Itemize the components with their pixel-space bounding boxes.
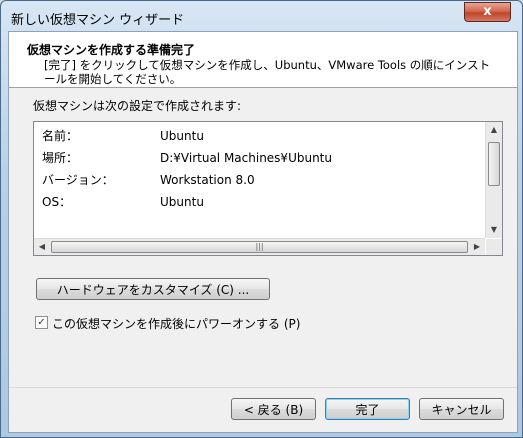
vertical-scrollbar[interactable]: ▲ ▼ bbox=[485, 122, 502, 238]
vertical-scroll-thumb[interactable] bbox=[488, 142, 500, 186]
page-description: [完了] をクリックして仮想マシンを作成し、Ubuntu、VMware Tool… bbox=[44, 58, 491, 86]
scroll-left-arrow-icon[interactable]: ◀ bbox=[34, 239, 50, 255]
window-frame: 新しい仮想マシン ウィザード x 仮想マシンを作成する準備完了 [完了] をクリ… bbox=[0, 0, 523, 438]
customize-hardware-button[interactable]: ハードウェアをカスタマイズ (C) ... bbox=[36, 278, 270, 300]
setting-key: OS： bbox=[42, 195, 72, 209]
power-on-checkbox[interactable]: ✓ bbox=[35, 316, 48, 329]
power-on-label[interactable]: この仮想マシンを作成後にパワーオンする (P) bbox=[52, 315, 300, 332]
summary-label: 仮想マシンは次の設定で作成されます: bbox=[33, 99, 242, 113]
wizard-header: 仮想マシンを作成する準備完了 [完了] をクリックして仮想マシンを作成し、Ubu… bbox=[9, 32, 517, 88]
scroll-right-arrow-icon[interactable]: ▶ bbox=[469, 239, 485, 255]
setting-key: 名前： bbox=[42, 129, 79, 143]
scroll-up-arrow-icon[interactable]: ▲ bbox=[486, 122, 502, 138]
setting-key: 場所： bbox=[42, 151, 79, 165]
back-button[interactable]: < 戻る (B) bbox=[231, 398, 316, 420]
cancel-button[interactable]: キャンセル bbox=[419, 398, 504, 420]
wizard-client: 仮想マシンを作成する準備完了 [完了] をクリックして仮想マシンを作成し、Ubu… bbox=[8, 31, 518, 433]
setting-value: Ubuntu bbox=[160, 195, 204, 209]
scrollbar-corner bbox=[486, 239, 502, 255]
setting-value: Workstation 8.0 bbox=[160, 173, 255, 187]
settings-list[interactable]: 名前： Ubuntu 場所： D:¥Virtual Machines¥Ubunt… bbox=[33, 121, 503, 256]
window-title: 新しい仮想マシン ウィザード bbox=[11, 13, 185, 28]
footer-divider bbox=[9, 387, 517, 388]
close-button[interactable]: x bbox=[464, 2, 511, 22]
page-title: 仮想マシンを作成する準備完了 bbox=[27, 43, 196, 57]
setting-value: Ubuntu bbox=[160, 129, 204, 143]
horizontal-scrollbar[interactable]: ◀ ||| ▶ bbox=[34, 238, 485, 255]
finish-button[interactable]: 完了 bbox=[325, 398, 410, 420]
scroll-down-arrow-icon[interactable]: ▼ bbox=[486, 222, 502, 238]
setting-value: D:¥Virtual Machines¥Ubuntu bbox=[160, 151, 332, 165]
setting-key: バージョン： bbox=[42, 173, 114, 187]
horizontal-scroll-thumb[interactable]: ||| bbox=[51, 241, 468, 253]
